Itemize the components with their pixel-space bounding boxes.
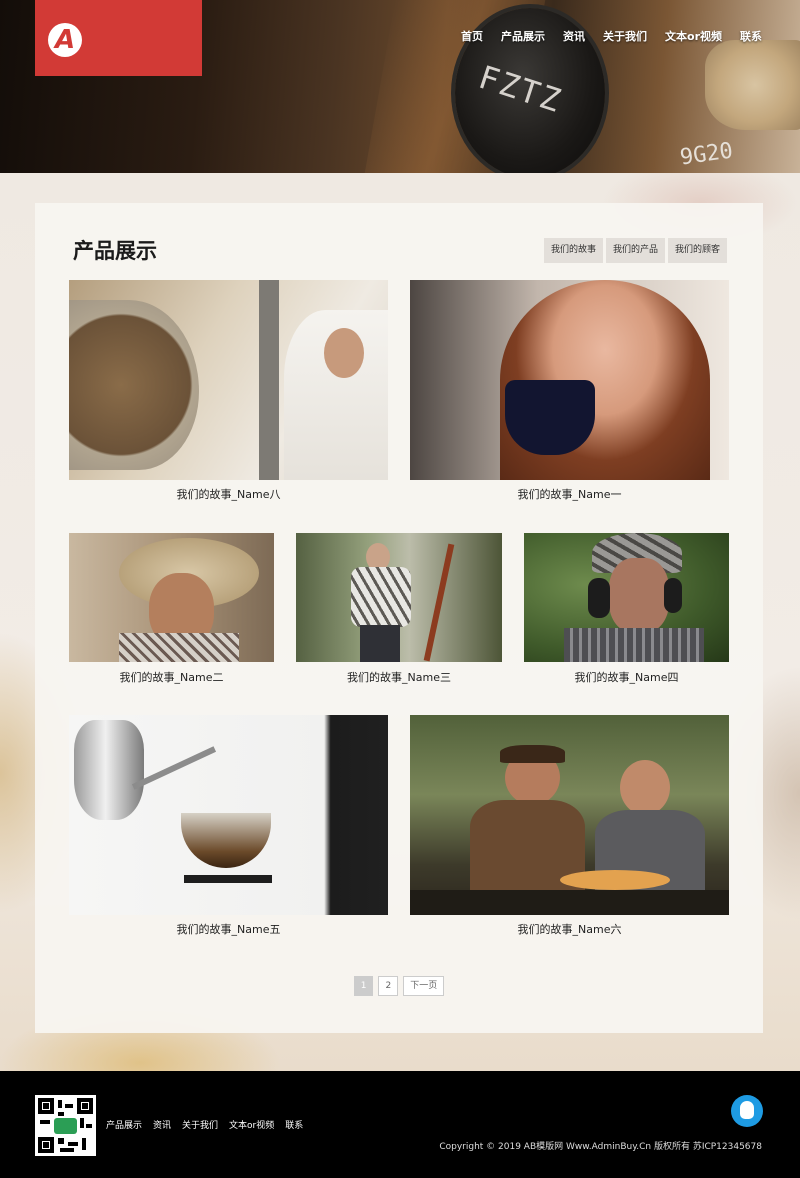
nav-about[interactable]: 关于我们 (603, 28, 647, 44)
logo-letter: A (54, 25, 76, 55)
product-image-drinking[interactable] (410, 280, 729, 480)
filter-our-products[interactable]: 我们的产品 (605, 238, 665, 263)
qq-icon[interactable] (731, 1095, 763, 1127)
product-card[interactable]: 我们的故事_Name一 (410, 280, 729, 510)
site-footer: 产品展示 资讯 关于我们 文本or视频 联系 Copyright © 2019 … (0, 1071, 800, 1178)
product-image-picker[interactable] (296, 533, 502, 662)
product-card[interactable]: 我们的故事_Name二 (69, 533, 274, 688)
product-caption[interactable]: 我们的故事_Name四 (524, 669, 729, 685)
product-caption[interactable]: 我们的故事_Name三 (296, 669, 502, 685)
product-caption[interactable]: 我们的故事_Name五 (69, 921, 388, 937)
nav-text-video[interactable]: 文本or视频 (665, 28, 722, 44)
section-title: 产品展示 (73, 238, 157, 263)
footer-nav: 产品展示 资讯 关于我们 文本or视频 联系 (106, 1118, 303, 1131)
nav-products[interactable]: 产品展示 (501, 28, 545, 44)
copyright-text: Copyright © 2019 AB模版网 Www.AdminBuy.Cn 版… (439, 1142, 762, 1152)
brand-logo-icon: A (48, 23, 82, 57)
footer-link-news[interactable]: 资讯 (153, 1118, 171, 1131)
product-image-cafe-friends[interactable] (410, 715, 729, 915)
footer-link-products[interactable]: 产品展示 (106, 1118, 142, 1131)
product-caption[interactable]: 我们的故事_Name八 (69, 486, 388, 502)
product-caption[interactable]: 我们的故事_Name六 (410, 921, 729, 937)
page-2-button[interactable]: 2 (378, 976, 399, 996)
pagination: 1 2 下一页 (35, 976, 763, 996)
nav-contact[interactable]: 联系 (740, 28, 762, 44)
footer-link-about[interactable]: 关于我们 (182, 1118, 218, 1131)
footer-link-text-video[interactable]: 文本or视频 (229, 1118, 274, 1131)
hero-crate-text: 9G20 (678, 138, 735, 171)
product-card[interactable]: 我们的故事_Name六 (410, 715, 729, 945)
product-image-farmer-hat[interactable] (69, 533, 274, 662)
footer-link-contact[interactable]: 联系 (285, 1118, 303, 1131)
product-caption[interactable]: 我们的故事_Name二 (69, 669, 274, 685)
nav-home[interactable]: 首页 (461, 28, 483, 44)
product-card[interactable]: 我们的故事_Name八 (69, 280, 388, 510)
hero-banner: FZTZ 9G20 A 首页 产品展示 资讯 关于我们 文本or视频 联系 (0, 0, 800, 173)
nav-news[interactable]: 资讯 (563, 28, 585, 44)
next-page-button[interactable]: 下一页 (403, 976, 445, 996)
product-card[interactable]: 我们的故事_Name五 (69, 715, 388, 945)
main-nav: 首页 产品展示 资讯 关于我们 文本or视频 联系 (443, 28, 762, 44)
product-caption[interactable]: 我们的故事_Name一 (410, 486, 729, 502)
product-card[interactable]: 我们的故事_Name四 (524, 533, 729, 688)
qr-code-icon (35, 1095, 96, 1156)
product-card[interactable]: 我们的故事_Name三 (296, 533, 502, 688)
filter-our-story[interactable]: 我们的故事 (543, 238, 603, 263)
hero-coffee-beans (705, 40, 800, 130)
page-1-button[interactable]: 1 (353, 976, 374, 996)
products-panel: 产品展示 我们的故事 我们的产品 我们的顾客 我们的故事_Name八 我们的故事… (35, 203, 763, 1033)
product-image-pourover[interactable] (69, 715, 388, 915)
logo-link[interactable]: A (35, 0, 202, 76)
product-image-roaster[interactable] (69, 280, 388, 480)
filter-our-customers[interactable]: 我们的顾客 (667, 238, 727, 263)
filter-tabs: 我们的故事 我们的产品 我们的顾客 (543, 238, 727, 263)
product-image-headphones[interactable] (524, 533, 729, 662)
